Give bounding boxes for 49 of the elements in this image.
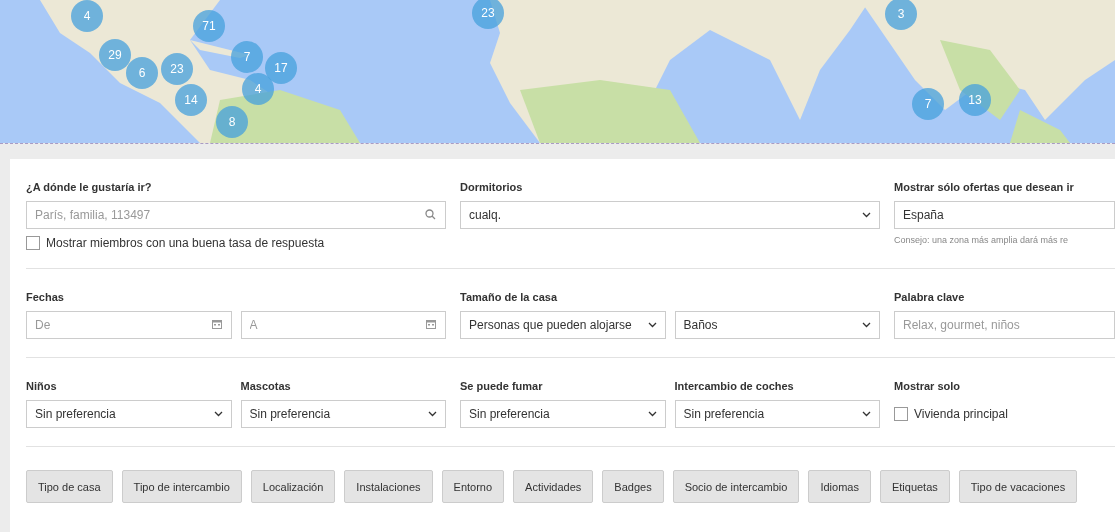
filter-button[interactable]: Tipo de vacaciones xyxy=(958,470,1078,503)
calendar-icon xyxy=(211,319,222,329)
chevron-down-icon xyxy=(862,212,871,218)
date-field[interactable]: A xyxy=(240,311,446,339)
field-label: Tamaño de la casa xyxy=(460,291,559,303)
filter-button[interactable]: Socio de intercambio xyxy=(672,470,800,503)
search-field[interactable]: París, familia, 113497 xyxy=(26,201,446,229)
checkbox-label: Mostrar miembros con una buena tasa de respuesta xyxy=(46,236,325,250)
dropdown[interactable]: Baños xyxy=(674,311,880,339)
chevron-down-icon xyxy=(647,322,657,328)
text-field[interactable]: Relax, gourmet, niños xyxy=(894,311,1115,339)
field-label: Intercambio de coches xyxy=(674,380,795,392)
dropdown[interactable]: Sin preferencia xyxy=(460,400,666,428)
filter-button[interactable]: Localización xyxy=(250,470,336,503)
filter-button[interactable]: Instalaciones xyxy=(344,470,433,503)
search-icon xyxy=(425,209,436,220)
field-label: Palabra clave xyxy=(894,291,966,303)
field-label: ¿A dónde le gustaría ir? xyxy=(26,181,153,193)
checkbox-label: Vivienda principal xyxy=(914,407,1008,421)
checkbox[interactable] xyxy=(26,236,40,250)
text-field[interactable]: España xyxy=(894,201,1115,229)
hint-text: Consejo: una zona más amplia dará más re xyxy=(894,235,1070,245)
field-label: Dormitorios xyxy=(460,181,524,193)
dropdown[interactable]: Sin preferencia xyxy=(26,400,232,428)
chevron-down-icon xyxy=(647,411,657,417)
filter-button[interactable]: Etiquetas xyxy=(879,470,950,503)
field-label: Mostrar solo xyxy=(894,380,961,392)
filter-button[interactable]: Entorno xyxy=(441,470,505,503)
chevron-down-icon xyxy=(428,411,437,417)
dropdown[interactable]: Sin preferencia xyxy=(240,400,446,428)
date-field[interactable]: De xyxy=(26,311,232,339)
filter-button[interactable]: Tipo de intercambio xyxy=(121,470,242,503)
dropdown[interactable]: cualq. xyxy=(460,201,880,229)
field-label: Mostrar sólo ofertas que desean ir xyxy=(894,181,1075,193)
filter-button[interactable]: Actividades xyxy=(513,470,594,503)
field-label: Se puede fumar xyxy=(460,380,544,392)
chevron-down-icon xyxy=(213,411,223,417)
dropdown[interactable]: Personas que pueden alojarse xyxy=(460,311,666,339)
field-label: Fechas xyxy=(26,291,65,303)
filter-button[interactable]: Idiomas xyxy=(808,470,871,503)
dropdown[interactable]: Sin preferencia xyxy=(674,400,880,428)
chevron-down-icon xyxy=(862,322,871,328)
checkbox[interactable] xyxy=(894,407,908,421)
calendar-icon xyxy=(426,319,436,329)
chevron-down-icon xyxy=(862,411,871,417)
field-label: Mascotas xyxy=(240,380,292,392)
filter-button[interactable]: Badges xyxy=(602,470,664,503)
field-label: Niños xyxy=(26,380,58,392)
filter-button[interactable]: Tipo de casa xyxy=(26,470,113,503)
